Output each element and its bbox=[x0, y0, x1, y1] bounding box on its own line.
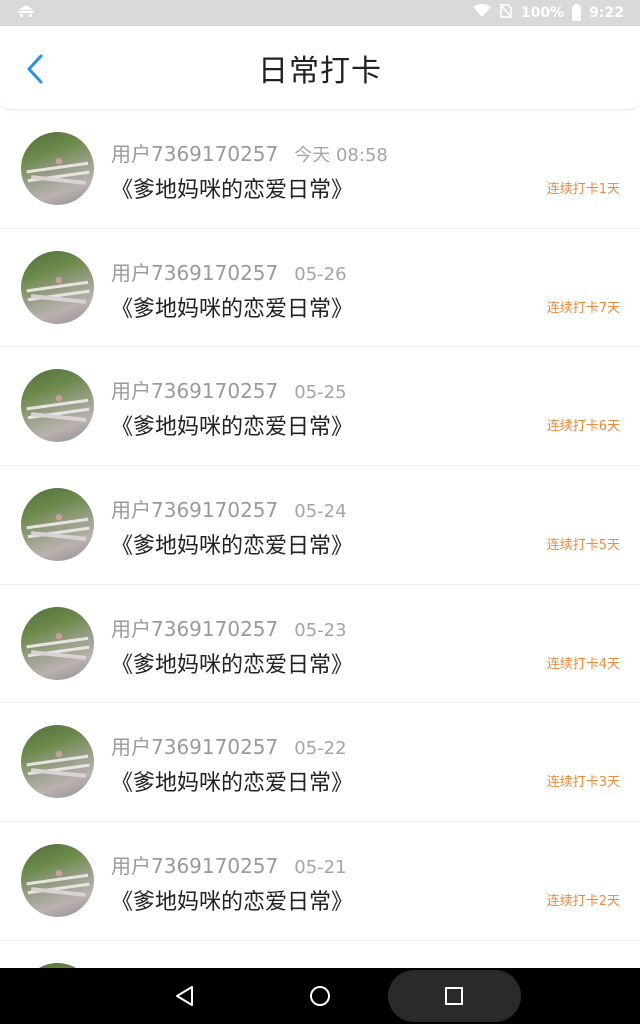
item-meta: 用户7369170257 05-23 bbox=[111, 613, 347, 642]
nav-back-button[interactable] bbox=[145, 968, 225, 1024]
list-item[interactable]: 用户7369170257 05-24 《爹地妈咪的恋爱日常》 连续打卡5天 bbox=[0, 466, 640, 585]
page-title: 日常打卡 bbox=[258, 53, 382, 89]
list-item[interactable]: 用户7369170257 05-22 《爹地妈咪的恋爱日常》 连续打卡3天 bbox=[0, 703, 640, 822]
battery-icon bbox=[572, 3, 582, 21]
item-meta: 用户7369170257 05-21 bbox=[111, 850, 347, 879]
nav-home-button[interactable] bbox=[280, 968, 360, 1024]
system-nav-bar bbox=[0, 968, 640, 1024]
streak-label: 连续打卡4天 bbox=[546, 656, 620, 672]
avatar[interactable] bbox=[21, 606, 94, 680]
back-triangle-icon bbox=[176, 986, 193, 1006]
list-item[interactable]: 用户7369170257 05-26 《爹地妈咪的恋爱日常》 连续打卡7天 bbox=[0, 229, 640, 348]
no-sim-icon bbox=[499, 3, 513, 23]
item-meta: 用户7369170257 05-25 bbox=[111, 375, 347, 404]
app-header: 日常打卡 bbox=[0, 26, 640, 110]
checkin-list[interactable]: 用户7369170257 今天 08:58 《爹地妈咪的恋爱日常》 连续打卡1天 … bbox=[0, 110, 640, 968]
item-meta: 用户7369170257 05-22 bbox=[111, 731, 347, 760]
home-circle-icon bbox=[310, 986, 330, 1006]
streak-label: 连续打卡1天 bbox=[546, 182, 620, 197]
battery-level: 100% bbox=[520, 5, 565, 21]
back-button[interactable] bbox=[18, 52, 52, 86]
item-meta: 用户7369170257 05-26 bbox=[111, 257, 347, 286]
checkin-date: 05-24 bbox=[294, 501, 347, 523]
username: 用户7369170257 bbox=[111, 735, 279, 760]
list-item[interactable]: 用户7369170257 05-25 《爹地妈咪的恋爱日常》 连续打卡6天 bbox=[0, 347, 640, 466]
book-title: 《爹地妈咪的恋爱日常》 bbox=[111, 771, 354, 797]
checkin-date: 05-25 bbox=[294, 382, 347, 404]
avatar[interactable] bbox=[21, 132, 94, 205]
streak-label: 连续打卡7天 bbox=[546, 300, 620, 316]
username: 用户7369170257 bbox=[111, 260, 279, 285]
avatar[interactable] bbox=[21, 488, 94, 562]
book-title: 《爹地妈咪的恋爱日常》 bbox=[111, 415, 354, 441]
checkin-date: 05-26 bbox=[294, 263, 347, 285]
item-meta: 用户7369170257 05-24 bbox=[111, 494, 347, 523]
book-title: 《爹地妈咪的恋爱日常》 bbox=[111, 652, 354, 678]
checkin-date: 05-21 bbox=[294, 857, 347, 879]
book-title: 《爹地妈咪的恋爱日常》 bbox=[111, 296, 354, 322]
app-notification-icon bbox=[16, 4, 36, 22]
username: 用户7369170257 bbox=[111, 498, 279, 523]
username: 用户7369170257 bbox=[111, 142, 279, 166]
avatar[interactable] bbox=[21, 844, 94, 918]
wifi-icon bbox=[472, 4, 491, 22]
streak-label: 连续打卡6天 bbox=[546, 419, 620, 435]
username: 用户7369170257 bbox=[111, 616, 279, 641]
status-bar: 100% 9:22 bbox=[0, 0, 640, 26]
recents-square-icon bbox=[445, 987, 463, 1005]
book-title: 《爹地妈咪的恋爱日常》 bbox=[111, 178, 354, 203]
streak-label: 连续打卡5天 bbox=[546, 538, 620, 554]
avatar[interactable] bbox=[21, 369, 94, 443]
item-meta: 用户7369170257 今天 08:58 bbox=[111, 138, 388, 167]
avatar[interactable] bbox=[21, 250, 94, 324]
checkin-date: 今天 08:58 bbox=[294, 145, 388, 166]
avatar[interactable] bbox=[21, 725, 94, 799]
clock: 9:22 bbox=[589, 5, 624, 21]
chevron-left-icon bbox=[27, 54, 43, 84]
checkin-date: 05-23 bbox=[294, 619, 347, 641]
nav-recents-button[interactable] bbox=[414, 968, 494, 1024]
streak-label: 连续打卡2天 bbox=[546, 894, 620, 910]
list-item-partial[interactable] bbox=[0, 941, 640, 968]
streak-label: 连续打卡3天 bbox=[546, 775, 620, 791]
book-title: 《爹地妈咪的恋爱日常》 bbox=[111, 534, 354, 560]
list-item[interactable]: 用户7369170257 05-21 《爹地妈咪的恋爱日常》 连续打卡2天 bbox=[0, 822, 640, 941]
book-title: 《爹地妈咪的恋爱日常》 bbox=[111, 890, 354, 916]
username: 用户7369170257 bbox=[111, 379, 279, 404]
checkin-date: 05-22 bbox=[294, 738, 347, 760]
list-item[interactable]: 用户7369170257 05-23 《爹地妈咪的恋爱日常》 连续打卡4天 bbox=[0, 585, 640, 704]
username: 用户7369170257 bbox=[111, 854, 279, 879]
list-item[interactable]: 用户7369170257 今天 08:58 《爹地妈咪的恋爱日常》 连续打卡1天 bbox=[0, 110, 640, 229]
